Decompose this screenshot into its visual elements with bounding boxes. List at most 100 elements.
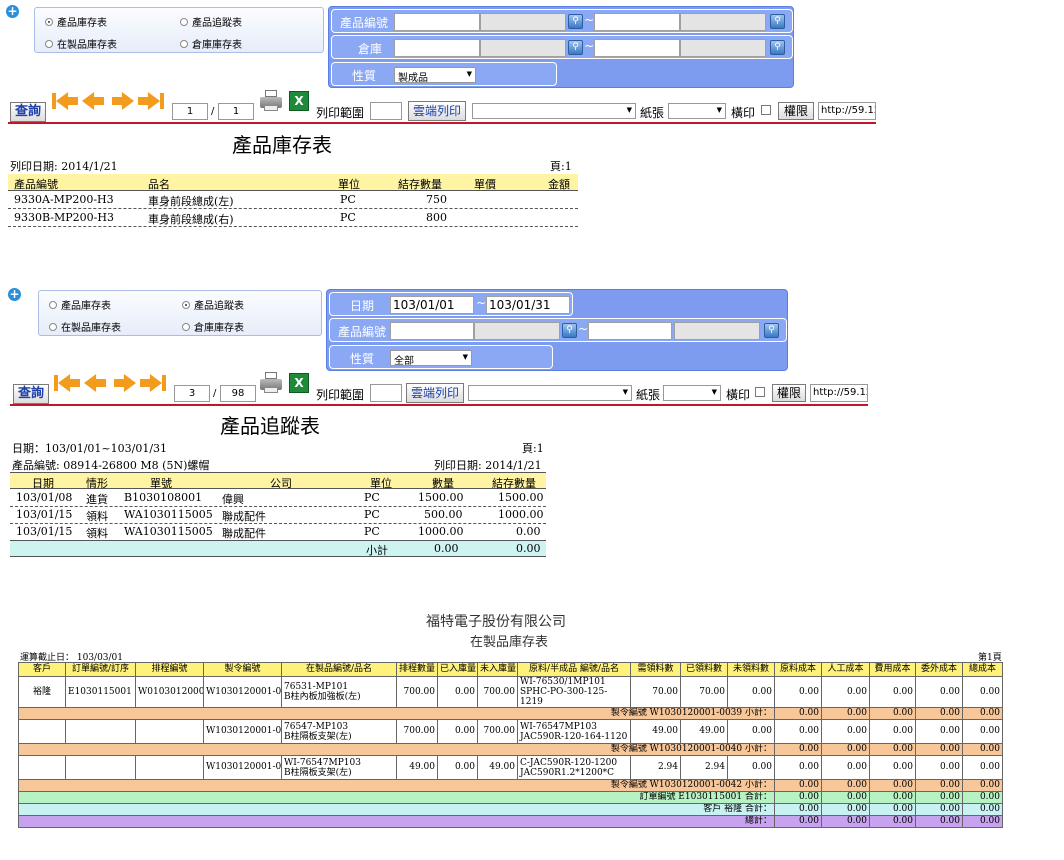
product-no-from-input[interactable] (394, 13, 480, 31)
printer-select[interactable] (472, 103, 636, 119)
printer-icon[interactable] (260, 90, 282, 112)
cell-cost: 0.00 (821, 755, 870, 780)
criteria-row-product: 產品編號 ⚲ ~ ⚲ (329, 318, 787, 342)
subtotal-label: 小計 (366, 544, 388, 557)
radio-product-trace[interactable]: 產品追蹤表 (180, 14, 242, 29)
last-page-icon[interactable] (160, 93, 164, 109)
subtotal-balance: 0.00 (516, 542, 541, 555)
print-range-input[interactable] (370, 384, 402, 402)
nature-select-value: 製成品 (398, 73, 428, 83)
cloud-print-button[interactable]: 雲端列印 (408, 101, 466, 121)
search-icon[interactable]: ⚲ (562, 323, 577, 338)
cell-product-name: 車身前段總成(左) (148, 195, 234, 208)
first-page-icon[interactable] (52, 93, 56, 109)
plus-icon[interactable]: + (8, 288, 21, 301)
query-button[interactable]: 查詢 (13, 384, 49, 404)
label-nature: 性質 (350, 352, 375, 366)
material-name: JAC590R-120-164-1120 (520, 731, 628, 742)
search-icon[interactable]: ⚲ (770, 40, 785, 55)
label-product-no: 產品編號 (340, 16, 389, 30)
col-header: 原料成本 (774, 662, 822, 677)
search-icon[interactable]: ⚲ (568, 40, 583, 55)
url-field[interactable]: http://59.125 (810, 384, 868, 402)
plus-icon[interactable]: + (6, 5, 19, 18)
product-no-to-input[interactable] (588, 322, 672, 340)
cell-cost: 0.00 (962, 755, 1003, 780)
nature-select[interactable]: 製成品 (394, 67, 476, 83)
cell-in-qty: 0.00 (437, 755, 478, 780)
table-row: 裕隆 E1030115001 001 W01030120001 W1030120… (18, 676, 1003, 708)
nature-select[interactable]: 全部 (390, 350, 472, 366)
query-button[interactable]: 查詢 (10, 102, 46, 122)
cell-cost: 0.00 (962, 803, 1003, 816)
col-header: 日期 (32, 477, 54, 490)
print-range-input[interactable] (370, 102, 402, 120)
radio-wip-stock[interactable]: 在製品庫存表 (45, 36, 117, 51)
print-range-label: 列印範圍 (316, 388, 365, 402)
permission-button[interactable]: 權限 (772, 384, 806, 402)
wip-name: B柱隔板支架(左) (284, 731, 352, 742)
radio-label: 產品庫存表 (61, 301, 111, 312)
cell-doc-no: WA1030115005 (124, 508, 213, 521)
cell-product-name: 車身前段總成(右) (148, 213, 234, 226)
search-icon[interactable]: ⚲ (770, 14, 785, 29)
landscape-checkbox[interactable] (761, 105, 771, 115)
cell-company: 偉興 (222, 493, 244, 506)
product-no-from-input[interactable] (390, 322, 474, 340)
cell-cost: 0.00 (915, 803, 963, 816)
search-icon[interactable]: ⚲ (568, 14, 583, 29)
warehouse-from-input[interactable] (394, 39, 480, 57)
excel-icon[interactable]: X (289, 373, 309, 393)
cell-not-in-qty: 49.00 (477, 755, 518, 780)
material-no: WI-76547MP103 (520, 721, 597, 732)
cell-cost: 0.00 (774, 743, 822, 756)
prev-page-icon[interactable] (82, 92, 104, 110)
cell-cost: 0.00 (962, 707, 1003, 720)
next-page-icon[interactable] (114, 374, 136, 392)
radio-product-stock[interactable]: 產品庫存表 (49, 297, 111, 312)
date-from-input[interactable]: 103/01/01 (390, 296, 474, 314)
subtotal-label: 製令編號 W1030120001-0042 小計： (18, 779, 775, 792)
last-page-icon[interactable] (140, 374, 162, 392)
criteria-row-warehouse: 倉庫 ⚲ ~ ⚲ (331, 35, 793, 59)
col-header: 製令編號 (203, 662, 282, 677)
paper-select[interactable] (663, 385, 721, 401)
last-page-icon[interactable] (138, 92, 160, 110)
prev-page-icon[interactable] (84, 374, 106, 392)
page-number: 頁:1 (550, 160, 572, 173)
radio-warehouse-stock[interactable]: 倉庫庫存表 (182, 319, 244, 334)
radio-warehouse-stock[interactable]: 倉庫庫存表 (180, 36, 242, 51)
subtotal-row: 製令編號 W1030120001-0039 小計： 0.00 0.00 0.00… (18, 707, 1003, 720)
first-page-icon[interactable] (54, 375, 58, 391)
radio-product-trace[interactable]: 產品追蹤表 (182, 297, 244, 312)
cell-cost: 0.00 (962, 791, 1003, 804)
product-no-to-input[interactable] (594, 13, 680, 31)
first-page-icon[interactable] (56, 92, 78, 110)
permission-button[interactable]: 權限 (778, 102, 814, 120)
cloud-print-button[interactable]: 雲端列印 (406, 383, 464, 403)
radio-wip-stock[interactable]: 在製品庫存表 (49, 319, 121, 334)
printer-icon[interactable] (260, 372, 282, 394)
printer-select[interactable] (468, 385, 632, 401)
row-divider (8, 208, 578, 209)
excel-icon[interactable]: X (289, 91, 309, 111)
radio-product-stock[interactable]: 產品庫存表 (45, 14, 107, 29)
first-page-icon[interactable] (58, 374, 80, 392)
url-field[interactable]: http://59.125 (818, 102, 876, 120)
page-current-input[interactable]: 1 (172, 103, 208, 120)
date-to-input[interactable]: 103/01/31 (486, 296, 570, 314)
cell-cost: 0.00 (821, 791, 870, 804)
last-page-icon[interactable] (162, 375, 166, 391)
landscape-checkbox[interactable] (755, 387, 765, 397)
cell-cost: 0.00 (774, 755, 822, 780)
cell-cost: 0.00 (869, 707, 916, 720)
radio-dot (180, 17, 188, 26)
next-page-icon[interactable] (112, 92, 134, 110)
warehouse-to-input[interactable] (594, 39, 680, 57)
paper-label: 紙張 (636, 388, 661, 402)
paper-select[interactable] (668, 103, 726, 119)
page-current-input[interactable]: 3 (174, 385, 210, 402)
cell-cost: 0.00 (869, 743, 916, 756)
search-icon[interactable]: ⚲ (764, 323, 779, 338)
col-header: 未入庫量 (477, 662, 518, 677)
